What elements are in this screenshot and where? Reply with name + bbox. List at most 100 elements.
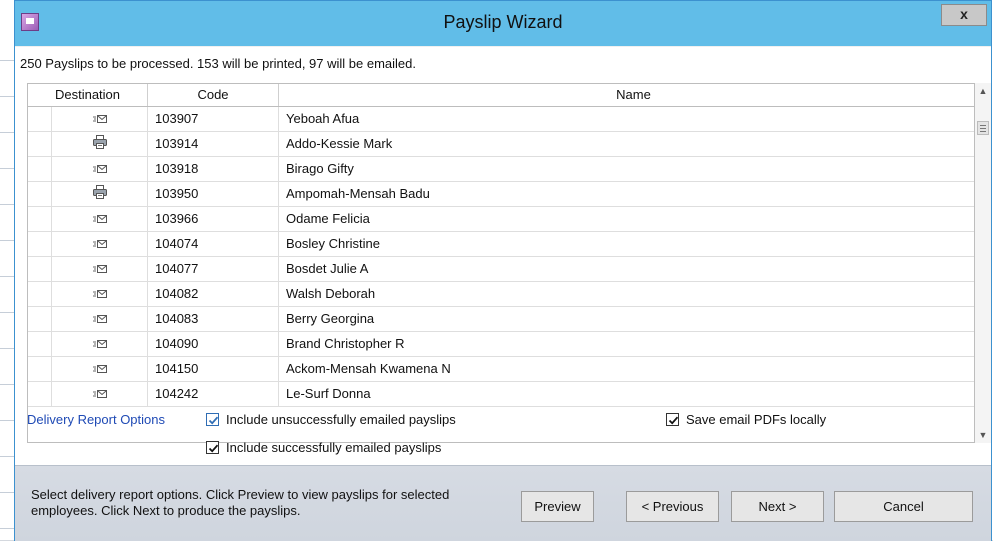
close-button[interactable]: x bbox=[941, 4, 987, 26]
table-row[interactable]: 104083 Berry Georgina bbox=[28, 307, 974, 332]
row-selector[interactable] bbox=[28, 132, 52, 156]
instructions-text: Select delivery report options. Click Pr… bbox=[31, 487, 450, 518]
email-icon bbox=[92, 108, 107, 131]
table-row[interactable]: 104074 Bosley Christine bbox=[28, 232, 974, 257]
destination-cell bbox=[52, 207, 148, 231]
name-cell: Addo-Kessie Mark bbox=[279, 132, 974, 156]
name-cell: Le-Surf Donna bbox=[279, 382, 974, 406]
name-cell: Berry Georgina bbox=[279, 307, 974, 331]
table-row[interactable]: 103966 Odame Felicia bbox=[28, 207, 974, 232]
save-pdf-checkbox[interactable] bbox=[666, 413, 679, 426]
row-selector[interactable] bbox=[28, 232, 52, 256]
payslip-wizard-dialog: Payslip Wizard x 250 Payslips to be proc… bbox=[14, 0, 992, 541]
payslip-table: Destination Code Name 103907 Yeboah Afua 1… bbox=[27, 83, 975, 443]
previous-button[interactable]: < Previous bbox=[626, 491, 719, 522]
row-selector[interactable] bbox=[28, 357, 52, 381]
printer-icon bbox=[92, 133, 107, 156]
email-icon bbox=[92, 333, 107, 356]
email-icon bbox=[92, 283, 107, 306]
code-cell: 103966 bbox=[148, 207, 279, 231]
wizard-footer: Select delivery report options. Click Pr… bbox=[15, 465, 991, 541]
name-cell: Walsh Deborah bbox=[279, 282, 974, 306]
row-selector[interactable] bbox=[28, 107, 52, 131]
destination-cell bbox=[52, 107, 148, 131]
scroll-down-arrow-icon[interactable]: ▼ bbox=[975, 427, 991, 443]
row-selector[interactable] bbox=[28, 282, 52, 306]
code-cell: 103950 bbox=[148, 182, 279, 206]
summary-text: 250 Payslips to be processed. 153 will b… bbox=[20, 56, 417, 71]
include-successful-label: Include successfully emailed payslips bbox=[226, 440, 442, 455]
include-unsuccessful-label: Include unsuccessfully emailed payslips bbox=[226, 412, 456, 427]
scroll-up-arrow-icon[interactable]: ▲ bbox=[975, 83, 991, 99]
table-row[interactable]: 103950 Ampomah-Mensah Badu bbox=[28, 182, 974, 207]
table-body: 103907 Yeboah Afua 103914 Addo-Kessie Mark 1… bbox=[28, 107, 974, 407]
email-icon bbox=[92, 158, 107, 181]
save-pdf-label: Save email PDFs locally bbox=[686, 412, 827, 427]
column-header-destination[interactable]: Destination bbox=[28, 84, 148, 106]
destination-cell bbox=[52, 282, 148, 306]
name-cell: Brand Christopher R bbox=[279, 332, 974, 356]
code-cell: 103907 bbox=[148, 107, 279, 131]
destination-cell bbox=[52, 332, 148, 356]
name-cell: Yeboah Afua bbox=[279, 107, 974, 131]
code-cell: 103918 bbox=[148, 157, 279, 181]
column-header-code[interactable]: Code bbox=[148, 84, 279, 106]
code-cell: 104083 bbox=[148, 307, 279, 331]
table-scrollbar[interactable]: ▲ ▼ bbox=[975, 83, 991, 443]
destination-cell bbox=[52, 157, 148, 181]
row-selector[interactable] bbox=[28, 257, 52, 281]
code-cell: 104074 bbox=[148, 232, 279, 256]
code-cell: 104242 bbox=[148, 382, 279, 406]
row-selector[interactable] bbox=[28, 382, 52, 406]
email-icon bbox=[92, 233, 107, 256]
email-icon bbox=[92, 358, 107, 381]
next-button[interactable]: Next > bbox=[731, 491, 824, 522]
code-cell: 103914 bbox=[148, 132, 279, 156]
table-row[interactable]: 104077 Bosdet Julie A bbox=[28, 257, 974, 282]
table-row[interactable]: 103918 Birago Gifty bbox=[28, 157, 974, 182]
name-cell: Ackom-Mensah Kwamena N bbox=[279, 357, 974, 381]
email-icon bbox=[92, 208, 107, 231]
include-successful-checkbox[interactable] bbox=[206, 441, 219, 454]
column-header-name[interactable]: Name bbox=[279, 84, 974, 106]
window-title: Payslip Wizard bbox=[443, 12, 563, 32]
email-icon bbox=[92, 383, 107, 406]
row-selector[interactable] bbox=[28, 207, 52, 231]
wizard-content: 250 Payslips to be processed. 153 will b… bbox=[15, 47, 991, 465]
table-header: Destination Code Name bbox=[28, 84, 974, 107]
code-cell: 104082 bbox=[148, 282, 279, 306]
email-icon bbox=[92, 308, 107, 331]
scroll-thumb[interactable] bbox=[977, 121, 989, 135]
code-cell: 104150 bbox=[148, 357, 279, 381]
table-row[interactable]: 104090 Brand Christopher R bbox=[28, 332, 974, 357]
row-selector[interactable] bbox=[28, 157, 52, 181]
cancel-button[interactable]: Cancel bbox=[834, 491, 973, 522]
table-row[interactable]: 104082 Walsh Deborah bbox=[28, 282, 974, 307]
email-icon bbox=[92, 258, 107, 281]
destination-cell bbox=[52, 182, 148, 206]
table-row[interactable]: 103907 Yeboah Afua bbox=[28, 107, 974, 132]
name-cell: Bosdet Julie A bbox=[279, 257, 974, 281]
destination-cell bbox=[52, 307, 148, 331]
title-bar[interactable]: Payslip Wizard x bbox=[15, 1, 991, 46]
delivery-report-options-link[interactable]: Delivery Report Options bbox=[27, 412, 165, 427]
destination-cell bbox=[52, 357, 148, 381]
name-cell: Odame Felicia bbox=[279, 207, 974, 231]
printer-icon bbox=[92, 183, 107, 206]
destination-cell bbox=[52, 232, 148, 256]
destination-cell bbox=[52, 257, 148, 281]
code-cell: 104090 bbox=[148, 332, 279, 356]
row-selector[interactable] bbox=[28, 307, 52, 331]
name-cell: Birago Gifty bbox=[279, 157, 974, 181]
table-row[interactable]: 104242 Le-Surf Donna bbox=[28, 382, 974, 407]
row-selector[interactable] bbox=[28, 182, 52, 206]
name-cell: Bosley Christine bbox=[279, 232, 974, 256]
table-row[interactable]: 103914 Addo-Kessie Mark bbox=[28, 132, 974, 157]
preview-button[interactable]: Preview bbox=[521, 491, 594, 522]
code-cell: 104077 bbox=[148, 257, 279, 281]
include-unsuccessful-checkbox[interactable] bbox=[206, 413, 219, 426]
table-row[interactable]: 104150 Ackom-Mensah Kwamena N bbox=[28, 357, 974, 382]
row-selector[interactable] bbox=[28, 332, 52, 356]
name-cell: Ampomah-Mensah Badu bbox=[279, 182, 974, 206]
destination-cell bbox=[52, 382, 148, 406]
